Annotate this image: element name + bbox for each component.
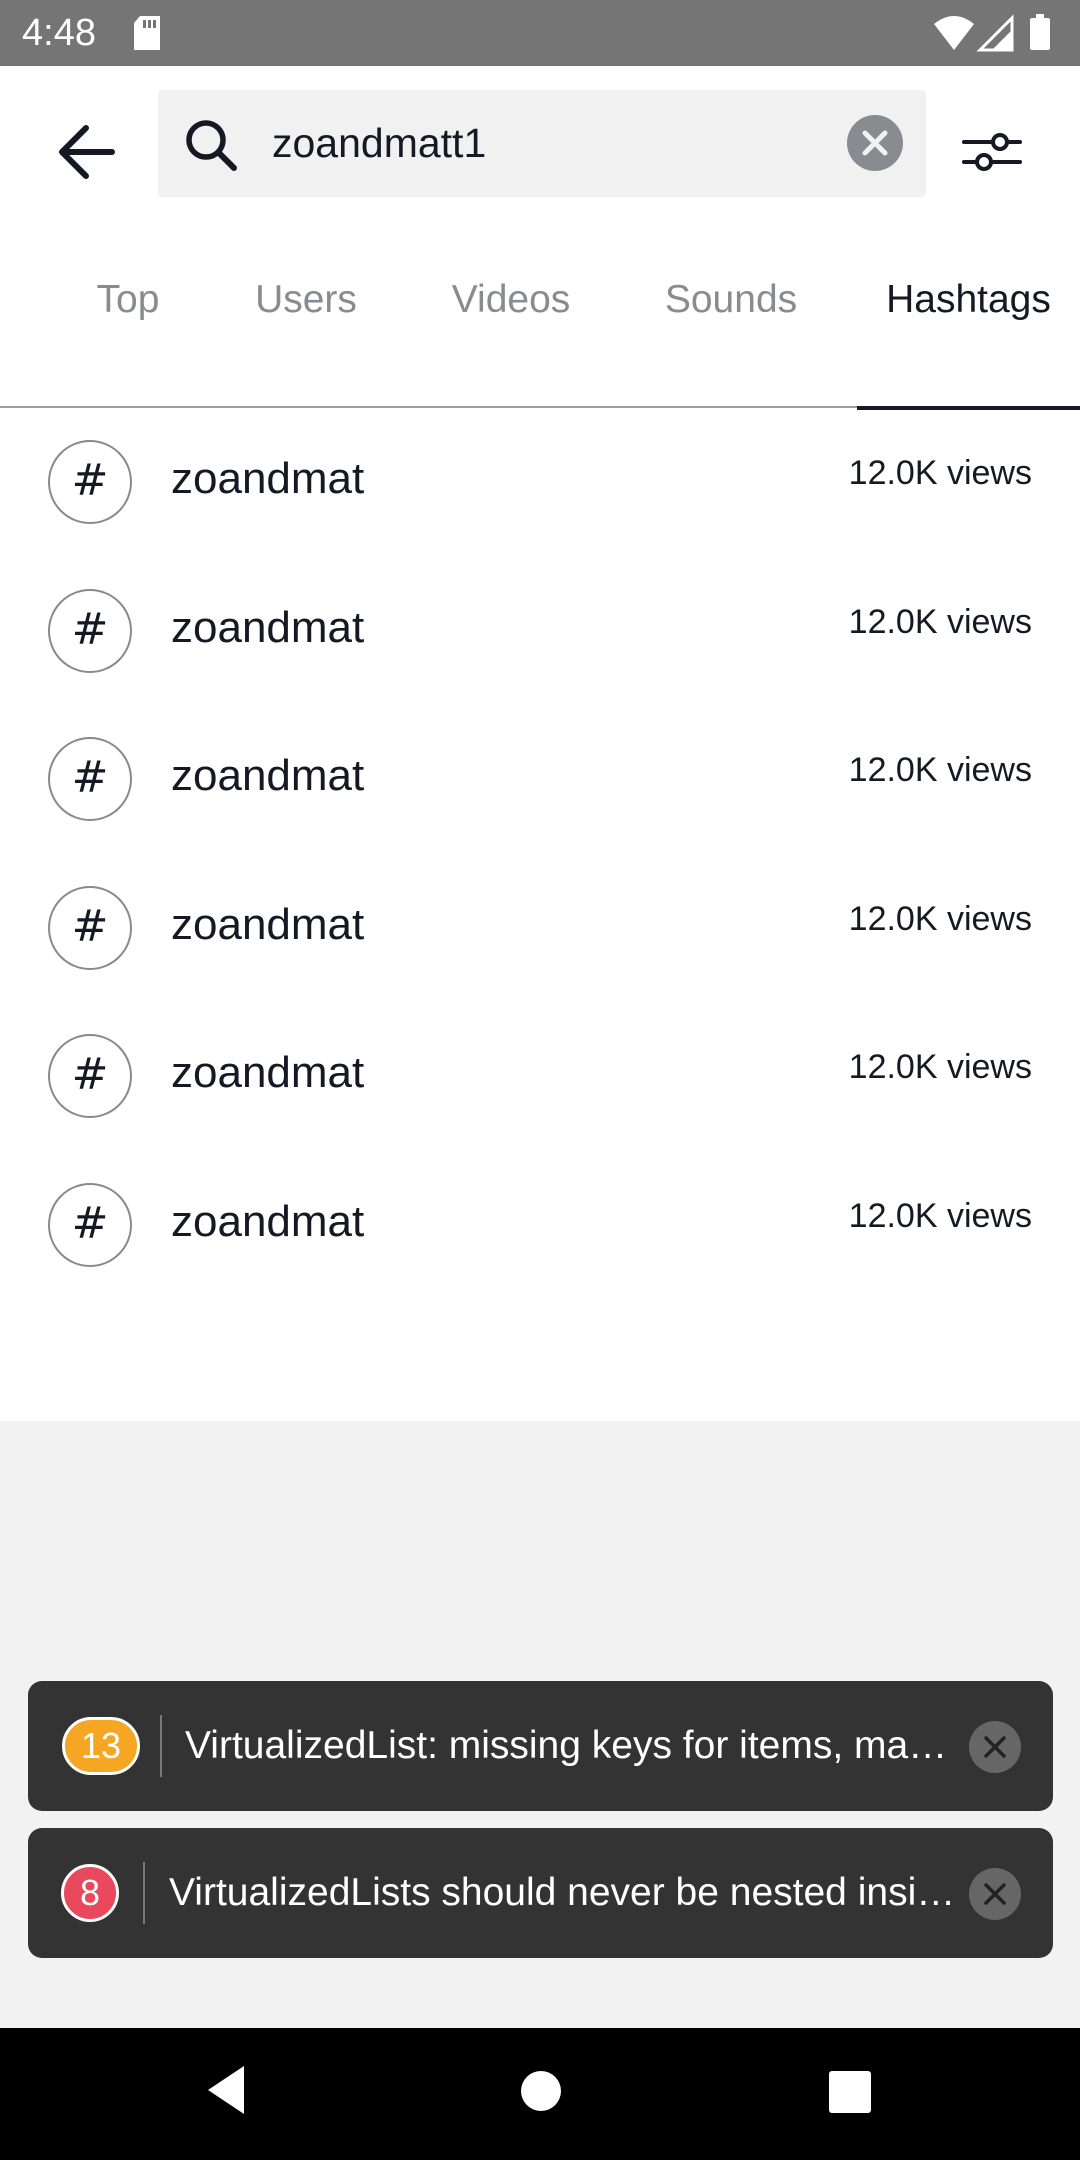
hashtag-list: # zoandmat 12.0K views # zoandmat 12.0K … (0, 408, 1080, 1299)
search-results-screen: zoandmatt1 Top Users Videos Sounds Hasht… (0, 66, 1080, 1421)
search-tabs: Top Users Videos Sounds Hashtags (0, 250, 1080, 410)
nav-home-icon[interactable] (520, 2070, 562, 2117)
hashtag-name: zoandmat (171, 602, 365, 652)
hashtag-views: 12.0K views (848, 751, 1032, 789)
hashtag-row[interactable]: # zoandmat 12.0K views (0, 705, 1080, 854)
hashtag-name: zoandmat (171, 1196, 365, 1246)
warning-count-badge: 13 (62, 1717, 140, 1775)
error-toast[interactable]: 8 VirtualizedLists should never be neste… (28, 1828, 1053, 1958)
search-input[interactable]: zoandmatt1 (272, 90, 486, 197)
status-bar: 4:48 (0, 0, 1080, 66)
dismiss-error-icon[interactable] (969, 1868, 1021, 1920)
hashtag-views: 12.0K views (848, 1196, 1032, 1235)
nav-back-icon[interactable] (202, 2062, 250, 2123)
hashtag-icon: # (48, 440, 132, 524)
clear-search-icon[interactable] (846, 114, 904, 172)
hashtag-views: 12.0K views (848, 602, 1032, 641)
hashtag-name: zoandmat (171, 1048, 365, 1097)
toast-divider (143, 1862, 145, 1924)
hashtag-views: 12.0K views (848, 454, 1032, 492)
hashtag-name: zoandmat (171, 751, 365, 800)
hashtag-row[interactable]: # zoandmat 12.0K views (0, 1002, 1080, 1151)
status-time: 4:48 (22, 12, 96, 54)
system-icons (932, 14, 1062, 59)
search-bar[interactable]: zoandmatt1 (158, 90, 926, 197)
hashtag-row[interactable]: # zoandmat 12.0K views (0, 1151, 1080, 1300)
tab-top[interactable]: Top (60, 250, 196, 408)
hashtag-name: zoandmat (171, 454, 365, 503)
warning-message: VirtualizedList: missing keys for items,… (185, 1724, 948, 1767)
sd-card-icon (132, 16, 162, 55)
hashtag-name: zoandmat (171, 899, 365, 949)
hashtag-icon: # (48, 1034, 132, 1118)
tab-videos[interactable]: Videos (420, 250, 602, 408)
system-navigation-bar (0, 2028, 1080, 2160)
hashtag-icon: # (48, 588, 132, 673)
nav-recents-icon[interactable] (828, 2070, 872, 2119)
hashtag-icon: # (48, 885, 132, 970)
error-message: VirtualizedLists should never be nested … (169, 1871, 956, 1914)
wifi-icon (934, 16, 974, 50)
tab-sounds[interactable]: Sounds (640, 250, 822, 408)
hashtag-views: 12.0K views (848, 899, 1032, 938)
back-arrow-icon[interactable] (52, 116, 124, 188)
hashtag-row[interactable]: # zoandmat 12.0K views (0, 854, 1080, 1003)
hashtag-views: 12.0K views (848, 1048, 1032, 1086)
dismiss-warning-icon[interactable] (969, 1721, 1021, 1773)
warning-toast[interactable]: 13 VirtualizedList: missing keys for ite… (28, 1681, 1053, 1811)
error-count-badge: 8 (61, 1864, 119, 1922)
hashtag-icon: # (48, 737, 132, 821)
battery-icon (1030, 14, 1050, 50)
search-icon (182, 116, 240, 179)
hashtag-row[interactable]: # zoandmat 12.0K views (0, 557, 1080, 706)
tab-users[interactable]: Users (232, 250, 380, 408)
toast-divider (160, 1715, 162, 1777)
filter-sliders-icon[interactable] (956, 116, 1028, 188)
hashtag-icon: # (48, 1182, 132, 1267)
signal-icon (976, 14, 1014, 52)
tab-hashtags[interactable]: Hashtags (857, 250, 1080, 410)
hashtag-row[interactable]: # zoandmat 12.0K views (0, 408, 1080, 557)
